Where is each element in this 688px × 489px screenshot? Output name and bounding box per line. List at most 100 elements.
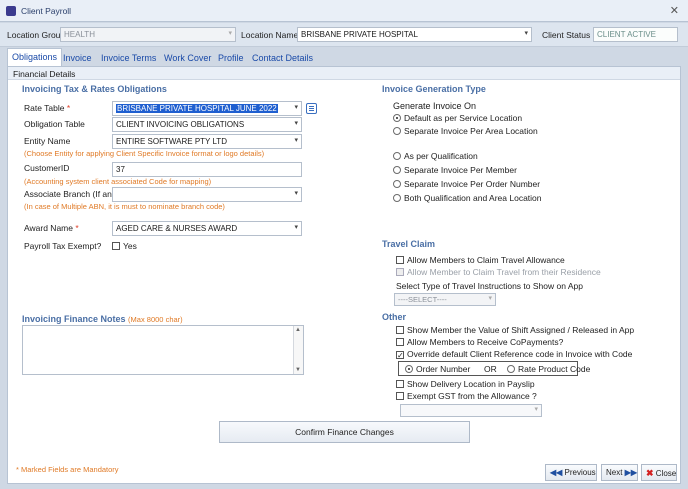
entity-name-label: Entity Name bbox=[24, 136, 71, 146]
finance-notes-textarea[interactable]: ▲ ▼ bbox=[22, 325, 304, 375]
scroll-up-icon[interactable]: ▲ bbox=[295, 327, 301, 333]
checkbox-box: ✓ bbox=[396, 351, 404, 360]
customer-id-hint: (Accounting system client associated Cod… bbox=[24, 177, 212, 186]
confirm-finance-changes-button[interactable]: Confirm Finance Changes bbox=[219, 421, 470, 443]
entity-name-select[interactable]: ENTIRE SOFTWARE PTY LTD ▾ bbox=[112, 134, 302, 149]
other-heading: Other bbox=[382, 312, 407, 322]
location-name-label: Location Name bbox=[241, 30, 299, 40]
radio-order-number[interactable]: Order Number bbox=[405, 364, 470, 374]
window-titlebar: Client Payroll ✕ bbox=[0, 0, 688, 22]
tab-contact-details[interactable]: Contact Details bbox=[252, 53, 313, 63]
location-group-value: HEALTH bbox=[64, 30, 95, 39]
generate-invoice-on-label: Generate Invoice On bbox=[393, 101, 477, 111]
checkbox-box bbox=[396, 326, 404, 334]
previous-label: Previous bbox=[564, 468, 596, 477]
radio-per-order-number[interactable]: Separate Invoice Per Order Number bbox=[393, 179, 540, 189]
client-status-label: Client Status bbox=[542, 30, 591, 40]
obligation-table-select[interactable]: CLIENT INVOICING OBLIGATIONS ▾ bbox=[112, 117, 302, 132]
checkbox-box bbox=[396, 338, 404, 346]
radio-qualification-and-area[interactable]: Both Qualification and Area Location bbox=[393, 193, 542, 203]
client-status-value: CLIENT ACTIVE bbox=[597, 30, 656, 39]
radio-dot bbox=[507, 365, 515, 373]
radio-dot bbox=[405, 365, 413, 373]
radio-dot bbox=[393, 194, 401, 202]
chevron-down-icon: ▾ bbox=[488, 295, 492, 302]
previous-icon: ◀◀ bbox=[550, 468, 563, 477]
obligation-table-label: Obligation Table bbox=[24, 119, 85, 129]
payroll-tax-yes-checkbox[interactable]: Yes bbox=[112, 241, 137, 251]
chevron-down-icon: ▾ bbox=[294, 224, 298, 231]
invoice-generation-heading: Invoice Generation Type bbox=[382, 84, 486, 94]
associate-branch-label: Associate Branch (If any) bbox=[24, 189, 119, 199]
location-group-label: Location Group bbox=[7, 30, 66, 40]
radio-per-area-location[interactable]: Separate Invoice Per Area Location bbox=[393, 126, 538, 136]
radio-dot bbox=[393, 127, 401, 135]
next-label: Next bbox=[606, 468, 623, 477]
obligations-panel: Financial Details Invoicing Tax & Rates … bbox=[7, 66, 681, 484]
checkbox-box bbox=[112, 242, 120, 250]
radio-rate-product-code[interactable]: Rate Product Code bbox=[507, 364, 590, 374]
header-bar: Location Group HEALTH ▾ Location Name BR… bbox=[0, 23, 688, 47]
radio-dot bbox=[393, 180, 401, 188]
notes-scrollbar[interactable]: ▲ ▼ bbox=[293, 326, 303, 374]
entity-name-hint: (Choose Entity for applying Client Speci… bbox=[24, 149, 265, 158]
window-close-icon[interactable]: ✕ bbox=[670, 4, 679, 17]
gst-allowance-select[interactable]: ▾ bbox=[400, 404, 542, 417]
close-button[interactable]: ✖ Close bbox=[641, 464, 677, 481]
location-group-select[interactable]: HEALTH ▾ bbox=[60, 27, 236, 42]
tab-work-cover[interactable]: Work Cover bbox=[164, 53, 211, 63]
award-name-label: Award Name * bbox=[24, 223, 79, 233]
radio-dot bbox=[393, 166, 401, 174]
tab-profile[interactable]: Profile bbox=[218, 53, 244, 63]
finance-notes-heading: Invoicing Finance Notes (Max 8000 char) bbox=[22, 314, 183, 324]
tab-obligations[interactable]: Obligations bbox=[7, 48, 63, 66]
override-reference-checkbox[interactable]: ✓ Override default Client Reference code … bbox=[396, 349, 632, 360]
rate-table-label: Rate Table * bbox=[24, 103, 71, 113]
chevron-down-icon: ▾ bbox=[294, 104, 298, 111]
award-name-select[interactable]: AGED CARE & NURSES AWARD ▾ bbox=[112, 221, 302, 236]
scroll-down-icon[interactable]: ▼ bbox=[295, 367, 301, 373]
travel-claim-heading: Travel Claim bbox=[382, 239, 436, 249]
tab-invoice-terms[interactable]: Invoice Terms bbox=[101, 53, 156, 63]
rate-table-select[interactable]: BRISBANE PRIVATE HOSPITAL JUNE 2022 ▾ bbox=[112, 101, 302, 116]
location-name-select[interactable]: BRISBANE PRIVATE HOSPITAL ▾ bbox=[297, 27, 532, 42]
rate-table-lookup-icon[interactable] bbox=[306, 103, 317, 114]
show-shift-value-checkbox[interactable]: Show Member the Value of Shift Assigned … bbox=[396, 325, 634, 335]
tab-bar: Obligations Invoice Invoice Terms Work C… bbox=[7, 48, 681, 66]
financial-details-header: Financial Details bbox=[8, 67, 680, 80]
previous-button[interactable]: ◀◀ Previous bbox=[545, 464, 597, 481]
travel-allowance-checkbox[interactable]: Allow Members to Claim Travel Allowance bbox=[396, 255, 565, 265]
chevron-down-icon: ▾ bbox=[294, 190, 298, 197]
entity-name-value: ENTIRE SOFTWARE PTY LTD bbox=[116, 137, 227, 146]
or-text: OR bbox=[484, 364, 497, 374]
customer-id-label: CustomerID bbox=[24, 163, 70, 173]
mandatory-fields-note: * Marked Fields are Mandatory bbox=[16, 465, 119, 474]
location-name-value: BRISBANE PRIVATE HOSPITAL bbox=[301, 30, 418, 39]
radio-dot bbox=[393, 114, 401, 122]
obligation-table-value: CLIENT INVOICING OBLIGATIONS bbox=[116, 120, 245, 129]
checkbox-box bbox=[396, 256, 404, 264]
chevron-down-icon: ▾ bbox=[294, 120, 298, 127]
customer-id-input[interactable]: 37 bbox=[112, 162, 302, 177]
travel-instructions-value: ----SELECT---- bbox=[398, 295, 447, 304]
travel-residence-checkbox: Allow Member to Claim Travel from their … bbox=[396, 267, 601, 277]
invoicing-obligations-heading: Invoicing Tax & Rates Obligations bbox=[22, 84, 167, 94]
radio-per-qualification[interactable]: As per Qualification bbox=[393, 151, 478, 161]
radio-dot bbox=[393, 152, 401, 160]
tab-invoice[interactable]: Invoice bbox=[63, 53, 92, 63]
chevron-down-icon: ▾ bbox=[534, 406, 538, 413]
next-button[interactable]: Next ▶▶ bbox=[601, 464, 638, 481]
award-name-value: AGED CARE & NURSES AWARD bbox=[116, 224, 238, 233]
app-icon bbox=[6, 6, 16, 16]
associate-branch-select[interactable]: ▾ bbox=[112, 187, 302, 202]
customer-id-value: 37 bbox=[116, 165, 125, 174]
copayments-checkbox[interactable]: Allow Members to Receive CoPayments? bbox=[396, 337, 563, 347]
show-delivery-location-checkbox[interactable]: Show Delivery Location in Payslip bbox=[396, 379, 535, 389]
chevron-down-icon: ▾ bbox=[228, 30, 232, 37]
payroll-tax-label: Payroll Tax Exempt? bbox=[24, 241, 102, 251]
associate-branch-hint: (In case of Multiple ABN, it is must to … bbox=[24, 202, 225, 211]
radio-default-service-location[interactable]: Default as per Service Location bbox=[393, 113, 522, 123]
exempt-gst-checkbox[interactable]: Exempt GST from the Allowance ? bbox=[396, 391, 537, 401]
radio-per-member[interactable]: Separate Invoice Per Member bbox=[393, 165, 517, 175]
close-icon: ✖ bbox=[646, 468, 654, 478]
